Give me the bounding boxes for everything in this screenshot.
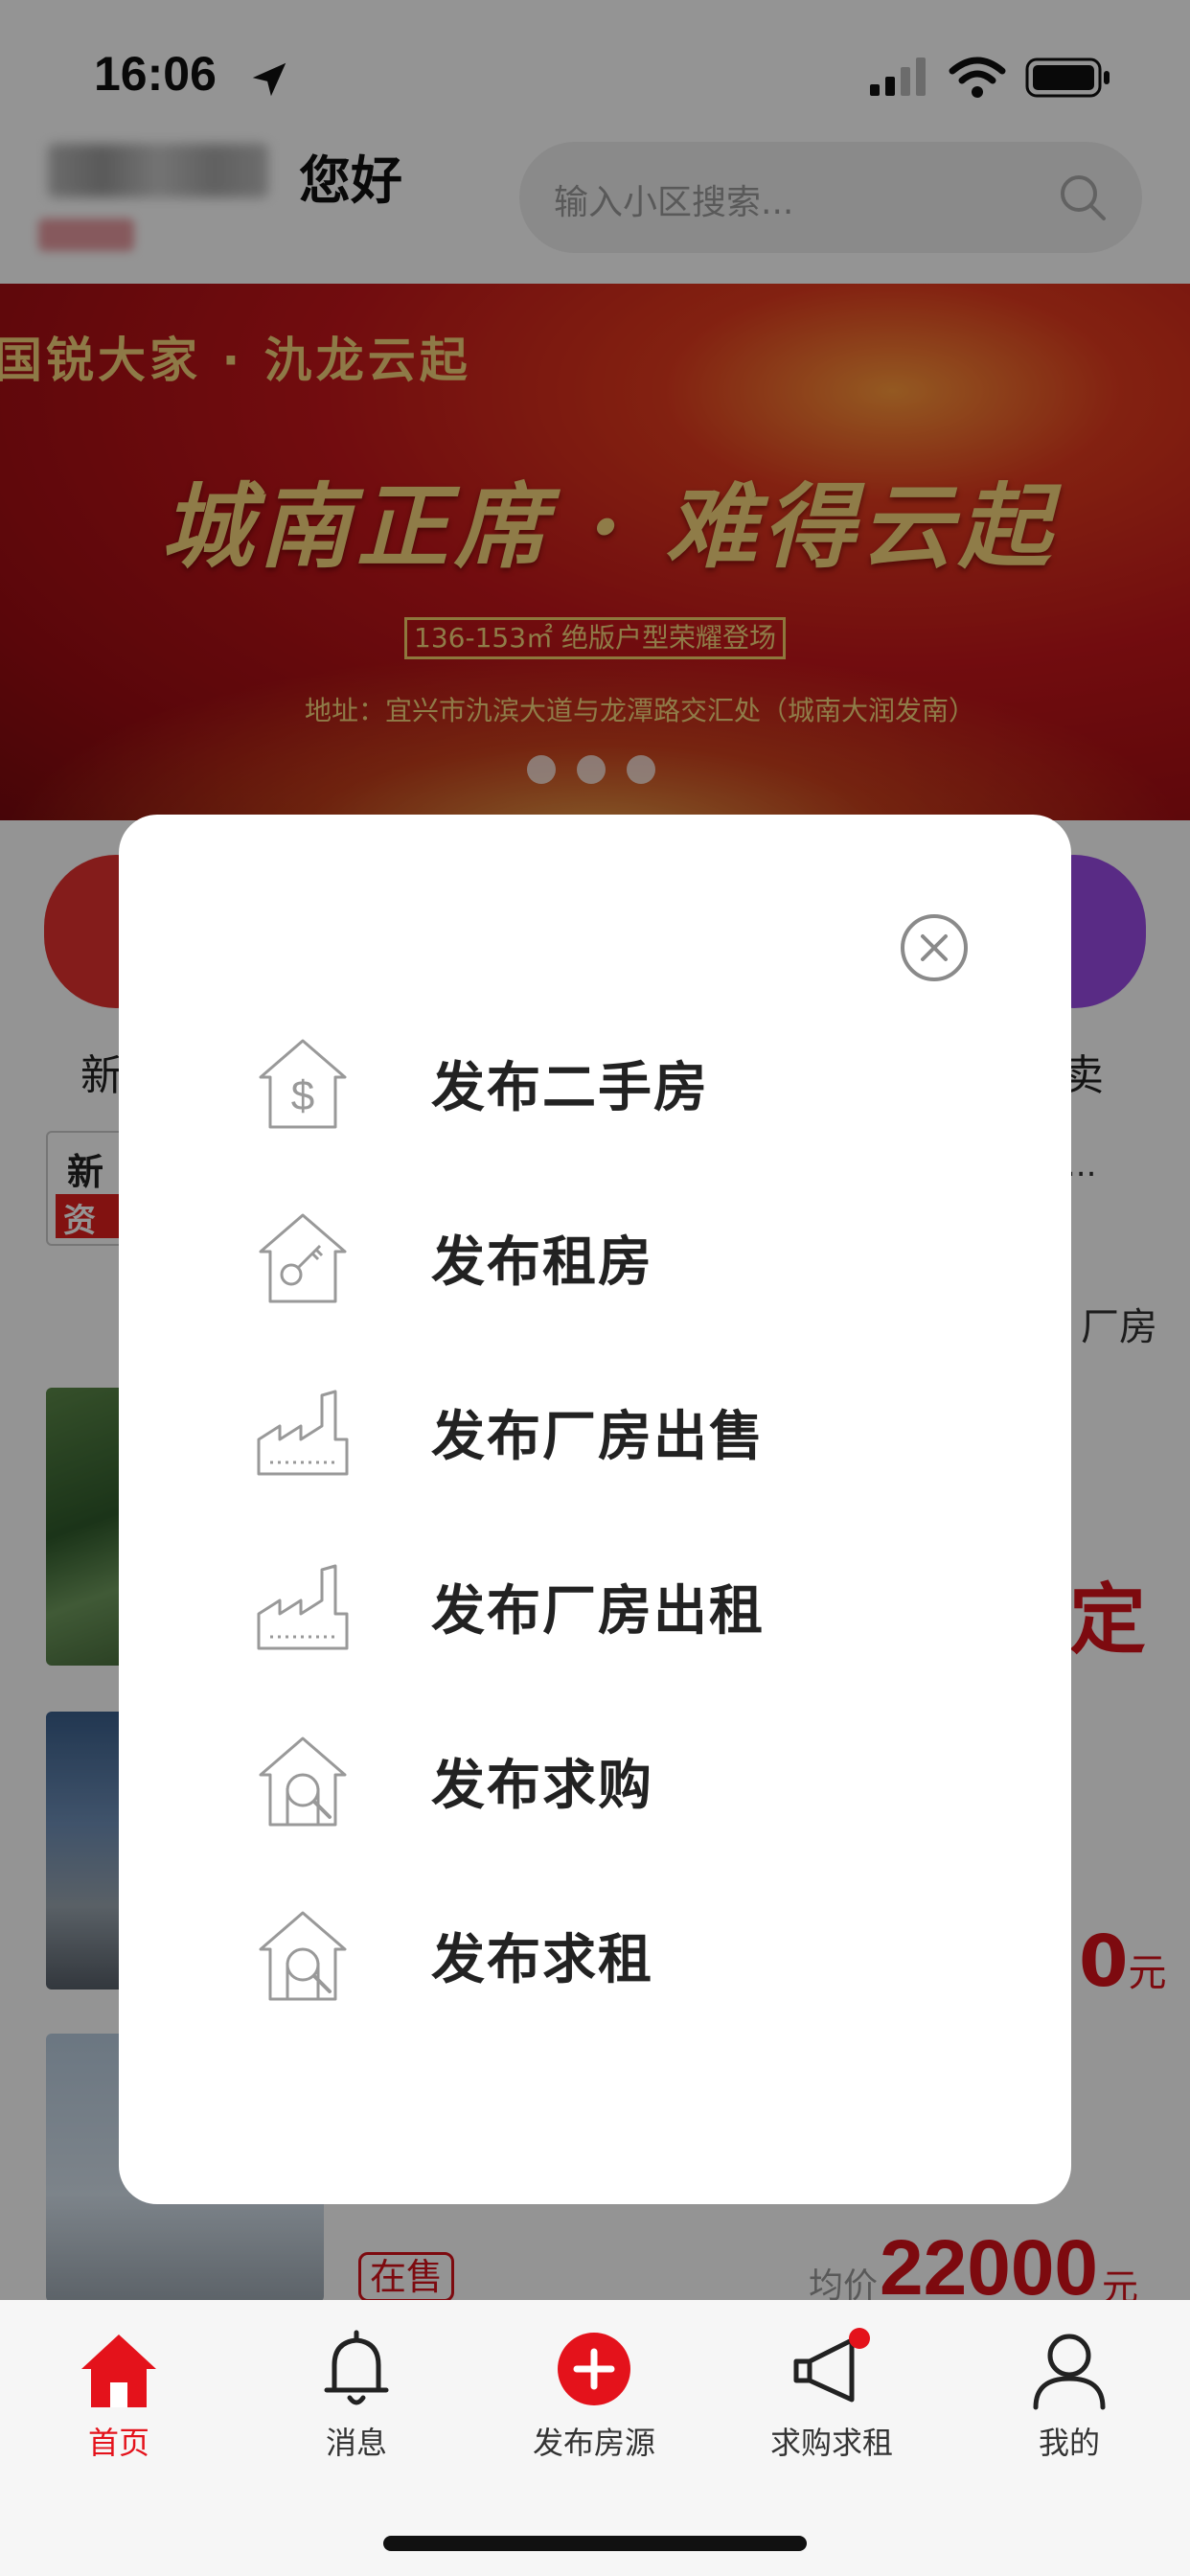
publish-factory-rent-button[interactable]: 发布厂房出租 bbox=[253, 1539, 924, 1673]
menu-label: 发布厂房出租 bbox=[431, 1579, 765, 1643]
tab-profile[interactable]: 我的 bbox=[973, 2327, 1165, 2480]
user-icon bbox=[1033, 2334, 1106, 2410]
house-search-icon bbox=[259, 1736, 347, 1827]
menu-label: 发布厂房出售 bbox=[431, 1405, 765, 1468]
house-search-icon bbox=[259, 1911, 347, 2001]
factory-icon bbox=[257, 1564, 349, 1650]
megaphone-icon bbox=[793, 2328, 870, 2403]
tab-messages[interactable]: 消息 bbox=[261, 2327, 452, 2480]
bottom-tab-bar: 首页 消息 发布房源 求购求租 我的 bbox=[0, 2300, 1190, 2576]
home-icon bbox=[81, 2334, 156, 2407]
house-key-icon bbox=[259, 1213, 347, 1303]
notification-dot bbox=[849, 2328, 870, 2349]
tab-publish[interactable]: 发布房源 bbox=[498, 2327, 690, 2480]
publish-second-hand-button[interactable]: $ 发布二手房 bbox=[253, 1016, 924, 1150]
tab-label: 消息 bbox=[325, 2425, 387, 2461]
menu-label: 发布求租 bbox=[431, 1928, 653, 1991]
menu-label: 发布租房 bbox=[431, 1230, 653, 1294]
tab-want-buy-rent[interactable]: 求购求租 bbox=[736, 2327, 927, 2480]
publish-want-buy-button[interactable]: 发布求购 bbox=[253, 1714, 924, 1848]
publish-rent-button[interactable]: 发布租房 bbox=[253, 1190, 924, 1324]
menu-label: 发布求购 bbox=[431, 1754, 653, 1817]
tab-label: 求购求租 bbox=[769, 2425, 893, 2461]
tab-label: 我的 bbox=[1038, 2425, 1100, 2461]
plus-circle-icon bbox=[558, 2333, 630, 2405]
home-indicator[interactable] bbox=[383, 2536, 807, 2551]
close-icon[interactable] bbox=[899, 912, 970, 983]
menu-label: 发布二手房 bbox=[431, 1056, 709, 1119]
publish-factory-sale-button[interactable]: 发布厂房出售 bbox=[253, 1365, 924, 1499]
factory-icon bbox=[257, 1390, 349, 1476]
publish-modal: $ 发布二手房 发布租房 发布厂房出售 发布厂房出租 发布求购 发布求租 bbox=[119, 815, 1071, 2204]
svg-text:$: $ bbox=[291, 1072, 314, 1119]
house-dollar-icon: $ bbox=[259, 1039, 347, 1129]
tab-label: 首页 bbox=[87, 2425, 149, 2461]
tab-label: 发布房源 bbox=[532, 2425, 655, 2461]
publish-want-rent-button[interactable]: 发布求租 bbox=[253, 1888, 924, 2022]
tab-home[interactable]: 首页 bbox=[23, 2327, 215, 2480]
bell-icon bbox=[324, 2330, 389, 2405]
